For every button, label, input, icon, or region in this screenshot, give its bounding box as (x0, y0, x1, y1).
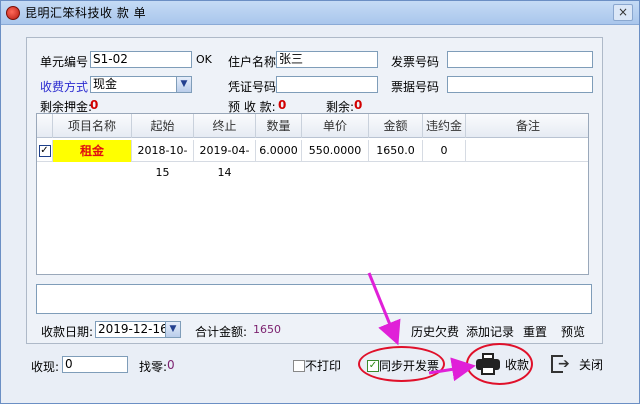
close-label: 关闭 (579, 357, 604, 372)
no-print-box[interactable] (293, 359, 305, 372)
pay-method-value: 现金 (93, 77, 118, 91)
invoice-no-input[interactable] (447, 51, 593, 68)
total-label: 合计金额: (195, 325, 248, 339)
date-value: 2019-12-16 (98, 322, 168, 336)
remain-value: 0 (354, 98, 363, 112)
col-header-name: 项目名称 (53, 114, 132, 138)
item-name-cell[interactable]: 租金 (53, 140, 132, 162)
change-label: 找零: (139, 360, 168, 374)
date-label: 收款日期: (41, 325, 94, 339)
penalty-cell[interactable]: 0 (423, 140, 466, 162)
col-header-qty: 数量 (256, 114, 302, 138)
memo-textarea[interactable] (36, 284, 592, 314)
charge-items-table: 项目名称 起始 终止 数量 单价 金额 违约金 备注 ✓ 租金 2018-10-… (36, 113, 589, 275)
prepaid-value: 0 (278, 98, 287, 112)
highlight-ellipse-collect (466, 343, 533, 385)
table-header: 项目名称 起始 终止 数量 单价 金额 违约金 备注 (37, 114, 588, 138)
col-header-note: 备注 (515, 119, 540, 133)
no-print-label: 不打印 (305, 359, 342, 373)
unit-no-label: 单元编号 (40, 55, 89, 69)
cash-label: 收现: (31, 360, 60, 374)
pay-method-label: 收费方式 (40, 80, 89, 94)
col-header-amount: 金额 (369, 114, 423, 138)
price-cell[interactable]: 550.0000 (302, 140, 369, 162)
invoice-no-label: 发票号码 (391, 55, 440, 69)
preview-button[interactable]: 预览 (561, 323, 585, 340)
row-checkbox-cell[interactable]: ✓ (37, 140, 53, 162)
window-close-button[interactable]: × (613, 4, 633, 21)
col-header-check (37, 114, 53, 138)
receipt-no-input[interactable] (447, 76, 593, 93)
voucher-label: 凭证号码 (228, 80, 277, 94)
total-value: 1650 (253, 323, 281, 336)
deposit-value: 0 (90, 98, 99, 112)
pay-method-select[interactable]: 现金 ▼ (90, 76, 192, 93)
chevron-down-icon[interactable]: ▼ (176, 77, 191, 92)
no-print-checkbox[interactable]: 不打印 (293, 357, 341, 374)
title-bar: 昆明汇笨科技收 款 单 × (1, 1, 639, 25)
note-cell[interactable] (466, 140, 588, 162)
row-checkbox[interactable]: ✓ (38, 145, 51, 157)
change-value: 0 (167, 358, 175, 372)
start-date-cell[interactable]: 2018-10-15 (132, 140, 194, 179)
receipt-window: 昆明汇笨科技收 款 单 × 单元编号 S1-02 OK 住户名称 张三 发票号码… (0, 0, 640, 404)
col-header-price: 单价 (302, 114, 369, 138)
calendar-dropdown-icon[interactable]: ▼ (165, 322, 180, 337)
highlight-ellipse-sync (358, 346, 445, 382)
window-title: 昆明汇笨科技收 款 单 (25, 6, 147, 20)
amount-cell[interactable]: 1650.0 (369, 140, 423, 162)
reset-button[interactable]: 重置 (523, 323, 547, 340)
exit-icon: ➔ (551, 354, 573, 374)
end-date-cell[interactable]: 2019-04-14 (194, 140, 256, 179)
close-button[interactable]: ➔ 关闭 (551, 354, 603, 374)
table-row[interactable]: ✓ 租金 2018-10-15 2019-04-14 6.0000 550.00… (37, 140, 588, 179)
col-header-penalty: 违约金 (423, 114, 466, 138)
voucher-input[interactable] (276, 76, 378, 93)
col-header-end: 终止 (194, 114, 256, 138)
add-record-button[interactable]: 添加记录 (466, 323, 514, 340)
col-header-start: 起始 (132, 114, 194, 138)
app-logo-icon (6, 5, 20, 20)
date-picker[interactable]: 2019-12-16 ▼ (95, 321, 181, 338)
qty-cell[interactable]: 6.0000 (256, 140, 302, 162)
history-arrears-button[interactable]: 历史欠费 (411, 323, 459, 340)
unit-ok-label: OK (196, 53, 212, 66)
resident-input[interactable]: 张三 (276, 51, 378, 68)
resident-label: 住户名称 (228, 55, 277, 69)
cash-input[interactable]: 0 (62, 356, 128, 373)
receipt-no-label: 票据号码 (391, 80, 440, 94)
unit-no-input[interactable]: S1-02 (90, 51, 192, 68)
main-panel: 单元编号 S1-02 OK 住户名称 张三 发票号码 收费方式 现金 ▼ 凭证号… (26, 37, 603, 344)
